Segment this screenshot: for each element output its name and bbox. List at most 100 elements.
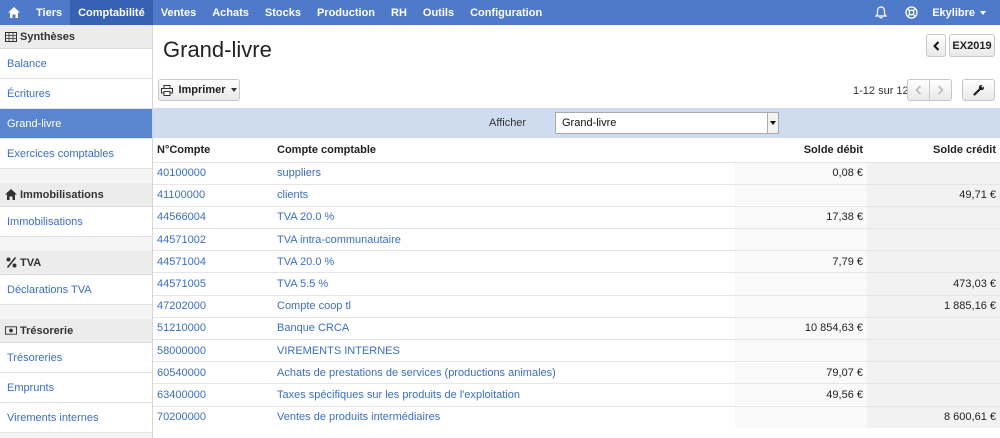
account-number-link[interactable]: 51210000: [153, 316, 273, 340]
sidebar-gap: [0, 305, 152, 319]
credit-balance: 1 885,16 €: [867, 294, 1000, 318]
account-name-link[interactable]: TVA 5.5 %: [273, 272, 735, 296]
settings-button[interactable]: [962, 79, 995, 101]
account-name-link[interactable]: Taxes spécifiques sur les produits de l'…: [273, 383, 735, 407]
account-name-link[interactable]: TVA intra-communautaire: [273, 228, 735, 251]
table-row: 44571005 TVA 5.5 % 473,03 €: [153, 272, 1000, 296]
account-number-link[interactable]: 44571002: [153, 228, 273, 251]
print-label: Imprimer: [178, 84, 226, 96]
sidebar-item-declarations-tva[interactable]: Déclarations TVA: [0, 275, 152, 305]
sidebar-section-tva: TVA: [0, 251, 152, 275]
money-icon: [5, 325, 17, 336]
sidebar-item-tresoreries[interactable]: Trésoreries: [0, 343, 152, 373]
account-number-link[interactable]: 63400000: [153, 383, 273, 407]
nav-right-group: Ekylibre: [866, 0, 1000, 25]
debit-balance: [735, 183, 867, 207]
debit-balance: [735, 405, 867, 429]
ledger-table: N°Compte Compte comptable Solde débit So…: [153, 138, 1000, 429]
debit-balance: [735, 294, 867, 318]
table-icon: [5, 31, 17, 42]
sidebar-section-syntheses: Synthèses: [0, 25, 152, 49]
credit-balance: [867, 205, 1000, 229]
sidebar-item-emprunts[interactable]: Emprunts: [0, 373, 152, 403]
account-name-link[interactable]: suppliers: [273, 161, 735, 185]
account-name-link[interactable]: VIREMENTS INTERNES: [273, 338, 735, 362]
debit-balance: 49,56 €: [735, 383, 867, 407]
nav-comptabilite[interactable]: Comptabilité: [70, 0, 153, 25]
user-menu[interactable]: Ekylibre: [926, 0, 1000, 25]
table-row: 44571002 TVA intra-communautaire: [153, 228, 1000, 251]
account-number-link[interactable]: 47202000: [153, 294, 273, 318]
debit-balance: 10 854,63 €: [735, 316, 867, 340]
account-number-link[interactable]: 60540000: [153, 361, 273, 384]
account-number-link[interactable]: 44571005: [153, 272, 273, 296]
sidebar-gap: [0, 169, 152, 183]
credit-balance: [867, 338, 1000, 362]
column-header-debit[interactable]: Solde débit: [735, 138, 867, 162]
debit-balance: 79,07 €: [735, 361, 867, 384]
account-number-link[interactable]: 70200000: [153, 405, 273, 429]
back-button[interactable]: [926, 34, 946, 57]
table-row: 51210000 Banque CRCA 10 854,63 €: [153, 316, 1000, 340]
account-number-link[interactable]: 44571004: [153, 250, 273, 273]
account-number-link[interactable]: 40100000: [153, 161, 273, 185]
column-header-account-name[interactable]: Compte comptable: [273, 138, 735, 162]
view-select[interactable]: Grand-livre: [555, 112, 779, 134]
account-name-link[interactable]: Ventes de produits intermédiaires: [273, 405, 735, 429]
table-row: 70200000 Ventes de produits intermédiaire…: [153, 405, 1000, 429]
chevron-left-icon: [915, 85, 922, 95]
previous-page-button[interactable]: [907, 79, 930, 101]
account-name-link[interactable]: Achats de prestations de services (produ…: [273, 361, 735, 384]
table-row: 41100000 clients 49,71 €: [153, 183, 1000, 207]
user-name: Ekylibre: [932, 6, 975, 19]
account-name-link[interactable]: TVA 20.0 %: [273, 250, 735, 273]
credit-balance: 8 600,61 €: [867, 405, 1000, 429]
chevron-down-icon: [980, 10, 986, 15]
home-icon: [5, 189, 17, 200]
account-name-link[interactable]: Banque CRCA: [273, 316, 735, 340]
sidebar-item-virements-internes[interactable]: Virements internes: [0, 403, 152, 433]
account-name-link[interactable]: clients: [273, 183, 735, 207]
bell-icon: [875, 6, 888, 19]
nav-production[interactable]: Production: [309, 0, 383, 25]
table-row: 40100000 suppliers 0,08 €: [153, 161, 1000, 185]
column-header-account-number[interactable]: N°Compte: [153, 138, 273, 162]
credit-balance: [867, 161, 1000, 185]
lifebuoy-icon: [905, 6, 918, 19]
home-link[interactable]: [0, 0, 28, 25]
sidebar-item-balance[interactable]: Balance: [0, 49, 152, 79]
debit-balance: [735, 272, 867, 296]
view-select-value: Grand-livre: [562, 117, 617, 129]
notifications-button[interactable]: [866, 0, 896, 25]
nav-outils[interactable]: Outils: [415, 0, 462, 25]
nav-stocks[interactable]: Stocks: [257, 0, 309, 25]
credit-balance: [867, 228, 1000, 251]
account-name-link[interactable]: Compte coop tl: [273, 294, 735, 318]
account-number-link[interactable]: 58000000: [153, 338, 273, 362]
nav-rh[interactable]: RH: [383, 0, 415, 25]
sidebar-item-exercices[interactable]: Exercices comptables: [0, 139, 152, 169]
nav-ventes[interactable]: Ventes: [153, 0, 204, 25]
printer-icon: [161, 84, 174, 96]
sidebar-item-grand-livre[interactable]: Grand-livre: [0, 109, 152, 139]
column-header-credit[interactable]: Solde crédit: [867, 138, 1000, 162]
account-name-link[interactable]: TVA 20.0 %: [273, 205, 735, 229]
sidebar-item-ecritures[interactable]: Écritures: [0, 79, 152, 109]
table-row: 63400000 Taxes spécifiques sur les produi…: [153, 383, 1000, 407]
nav-tiers[interactable]: Tiers: [28, 0, 70, 25]
exercise-button[interactable]: EX2019: [949, 34, 995, 57]
nav-configuration[interactable]: Configuration: [462, 0, 550, 25]
nav-achats[interactable]: Achats: [204, 0, 257, 25]
pagination-info: 1-12 sur 12: [853, 85, 909, 97]
account-number-link[interactable]: 44566004: [153, 205, 273, 229]
next-page-button[interactable]: [929, 79, 952, 101]
debit-balance: 7,79 €: [735, 250, 867, 273]
help-button[interactable]: [896, 0, 926, 25]
credit-balance: [867, 250, 1000, 273]
account-number-link[interactable]: 41100000: [153, 183, 273, 207]
sidebar-item-immobilisations[interactable]: Immobilisations: [0, 207, 152, 237]
print-button[interactable]: Imprimer: [158, 79, 240, 101]
wrench-icon: [972, 84, 984, 96]
filter-label: Afficher: [489, 117, 527, 129]
main-content: Grand-livre EX2019 Imprimer 1-12 sur 12 …: [153, 25, 1000, 438]
